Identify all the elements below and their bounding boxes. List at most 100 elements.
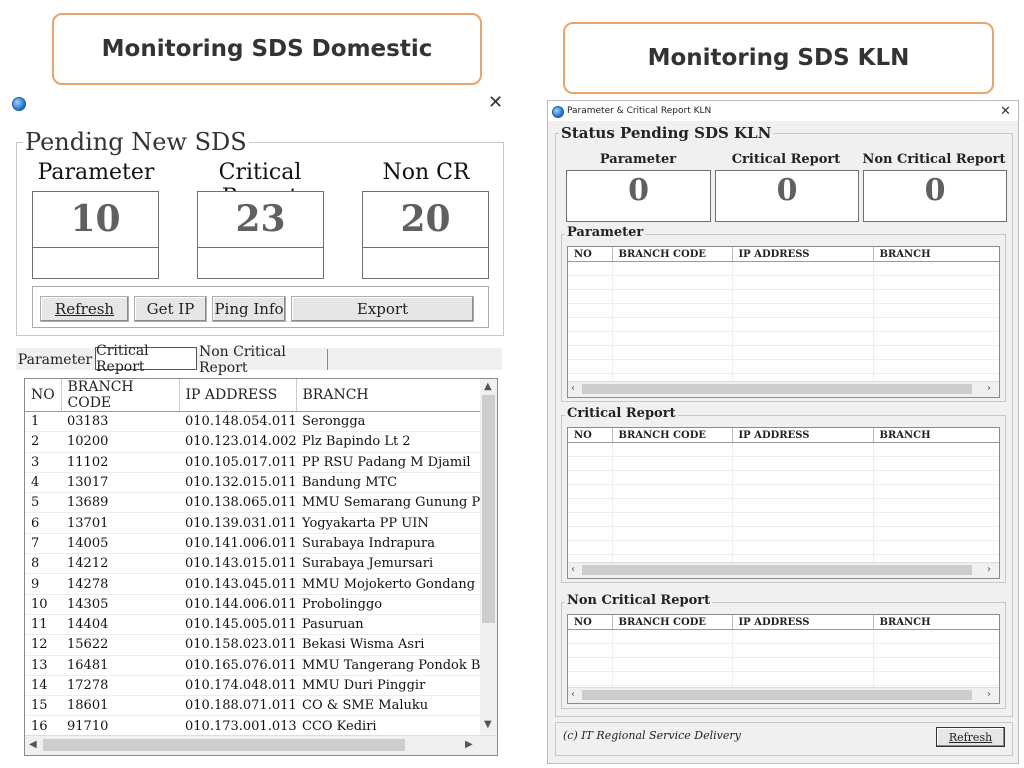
scroll-right-icon[interactable]: ▶ xyxy=(465,739,473,750)
table-row[interactable]: 2 10200 010.123.014.002 Plz Bapindo Lt 2 xyxy=(25,431,480,453)
table-row[interactable]: 1 03183 010.148.054.011 Serongga xyxy=(25,411,480,433)
table-row xyxy=(568,303,999,318)
scroll-up-icon[interactable]: ▲ xyxy=(484,381,492,392)
cell-branch: Surabaya Indrapura xyxy=(296,533,480,555)
table-row xyxy=(568,643,999,658)
horizontal-scroll-thumb[interactable] xyxy=(582,384,972,394)
empty-cell xyxy=(612,671,733,686)
empty-cell xyxy=(873,484,999,499)
tab-parameter[interactable]: Parameter xyxy=(18,350,92,370)
empty-cell xyxy=(612,657,733,672)
empty-cell xyxy=(732,289,874,304)
cell-no: 2 xyxy=(25,431,61,453)
column-header-ip-address[interactable]: IP ADDRESS xyxy=(732,428,874,443)
cell-ip-address: 010.173.001.013 xyxy=(179,715,296,737)
column-header-no[interactable]: NO xyxy=(568,247,613,262)
table-row[interactable]: 15 18601 010.188.071.011 CO & SME Maluku xyxy=(25,695,480,717)
horizontal-scrollbar[interactable]: ‹ › xyxy=(568,687,999,703)
empty-cell xyxy=(873,261,999,276)
export-button[interactable]: Export xyxy=(291,296,474,322)
scroll-right-icon[interactable]: › xyxy=(987,689,991,700)
column-header-ip-address[interactable]: IP ADDRESS xyxy=(732,615,874,630)
column-header-branch[interactable]: BRANCH xyxy=(873,428,999,443)
table-row[interactable]: 3 11102 010.105.017.011 PP RSU Padang M Dja… xyxy=(25,452,480,473)
column-header-no[interactable]: NO xyxy=(568,615,613,630)
column-header-ip-address[interactable]: IP ADDRESS xyxy=(732,247,874,262)
column-header-branch-code[interactable]: BRANCH CODE xyxy=(612,428,733,443)
column-header-branch[interactable]: BRANCH xyxy=(873,247,999,262)
table-row[interactable]: 5 13689 010.138.065.011 MMU Semarang Gunung… xyxy=(25,492,480,514)
kln-parameter-section-title: Parameter xyxy=(565,225,646,240)
ping-info-button[interactable]: Ping Info xyxy=(212,296,286,322)
table-row[interactable]: 13 16481 010.165.076.011 MMU Tangerang Pond… xyxy=(25,655,480,676)
kln-parameter-grid[interactable]: NO BRANCH CODE IP ADDRESS BRANCH ‹ › xyxy=(567,246,1000,398)
cell-ip-address: 010.148.054.011 xyxy=(179,411,296,433)
horizontal-scroll-thumb[interactable] xyxy=(582,565,972,575)
refresh-button[interactable]: Refresh xyxy=(40,296,129,322)
vertical-scroll-thumb[interactable] xyxy=(482,395,495,623)
empty-cell xyxy=(568,275,613,290)
scroll-left-icon[interactable]: ‹ xyxy=(571,689,575,700)
table-row xyxy=(568,331,999,346)
cell-no: 8 xyxy=(25,553,61,575)
column-header-no[interactable]: NO xyxy=(568,428,613,443)
table-row xyxy=(568,261,999,276)
close-icon[interactable]: ✕ xyxy=(1000,104,1011,119)
column-header-branch[interactable]: BRANCH xyxy=(296,379,481,412)
critical-report-grid[interactable]: NO BRANCH CODE IP ADDRESS BRANCH 1 03183 0… xyxy=(24,378,498,756)
tab-non-critical-report[interactable]: Non Critical Report xyxy=(199,344,328,376)
empty-cell xyxy=(873,442,999,457)
column-header-branch-code[interactable]: BRANCH CODE xyxy=(612,615,733,630)
kln-critical-grid[interactable]: NO BRANCH CODE IP ADDRESS BRANCH ‹ › xyxy=(567,427,1000,579)
table-row xyxy=(568,512,999,527)
empty-cell xyxy=(568,289,613,304)
scroll-right-icon[interactable]: › xyxy=(987,564,991,575)
horizontal-scroll-thumb[interactable] xyxy=(582,690,972,700)
empty-cell xyxy=(568,643,613,658)
table-row[interactable]: 4 13017 010.132.015.011 Bandung MTC xyxy=(25,472,480,494)
kln-window-title: Parameter & Critical Report KLN xyxy=(567,106,712,116)
empty-cell xyxy=(732,484,874,499)
scroll-right-icon[interactable]: › xyxy=(987,383,991,394)
horizontal-scrollbar[interactable]: ‹ › xyxy=(568,381,999,397)
empty-cell xyxy=(873,275,999,290)
cell-branch-code: 11102 xyxy=(61,452,179,473)
table-row[interactable]: 12 15622 010.158.023.011 Bekasi Wisma Asri xyxy=(25,634,480,656)
close-icon[interactable]: ✕ xyxy=(488,92,503,113)
empty-cell xyxy=(732,671,874,686)
kln-noncritical-grid[interactable]: NO BRANCH CODE IP ADDRESS BRANCH ‹ › xyxy=(567,614,1000,704)
cell-ip-address: 010.105.017.011 xyxy=(179,452,296,473)
table-row xyxy=(568,456,999,471)
scroll-left-icon[interactable]: ‹ xyxy=(571,383,575,394)
table-row[interactable]: 6 13701 010.139.031.011 Yogyakarta PP UIN xyxy=(25,512,480,534)
table-row[interactable]: 7 14005 010.141.006.011 Surabaya Indrapura xyxy=(25,533,480,555)
horizontal-scrollbar[interactable]: ‹ › xyxy=(568,562,999,578)
vertical-scrollbar[interactable]: ▲ ▼ xyxy=(480,379,497,735)
kln-counter-parameter: 0 xyxy=(566,170,711,222)
column-header-branch-code[interactable]: BRANCH CODE xyxy=(612,247,733,262)
horizontal-scroll-thumb[interactable] xyxy=(43,739,405,751)
scroll-left-icon[interactable]: ◀ xyxy=(29,739,37,750)
table-row[interactable]: 11 14404 010.145.005.011 Pasuruan xyxy=(25,614,480,636)
horizontal-scrollbar[interactable]: ◀ ▶ xyxy=(25,735,497,755)
column-header-ip-address[interactable]: IP ADDRESS xyxy=(179,379,297,412)
get-ip-button[interactable]: Get IP xyxy=(134,296,207,322)
tab-critical-report[interactable]: Critical Report xyxy=(95,343,197,375)
table-row[interactable]: 14 17278 010.174.048.011 MMU Duri Pinggir xyxy=(25,675,480,697)
column-header-no[interactable]: NO xyxy=(25,379,62,412)
empty-cell xyxy=(873,303,999,318)
empty-cell xyxy=(612,331,733,346)
empty-cell xyxy=(873,512,999,527)
empty-cell xyxy=(612,526,733,541)
empty-cell xyxy=(612,456,733,471)
column-header-branch-code[interactable]: BRANCH CODE xyxy=(61,379,180,412)
cell-branch: Bandung MTC xyxy=(296,472,480,494)
kln-refresh-button[interactable]: Refresh xyxy=(936,727,1005,747)
table-row[interactable]: 9 14278 010.143.045.011 MMU Mojokerto Gonda… xyxy=(25,573,480,595)
scroll-left-icon[interactable]: ‹ xyxy=(571,564,575,575)
scroll-down-icon[interactable]: ▼ xyxy=(484,719,492,730)
table-row[interactable]: 16 91710 010.173.001.013 CCO Kediri xyxy=(25,715,480,737)
column-header-branch[interactable]: BRANCH xyxy=(873,615,999,630)
table-row[interactable]: 8 14212 010.143.015.011 Surabaya Jemursari xyxy=(25,553,480,575)
table-row[interactable]: 10 14305 010.144.006.011 Probolinggo xyxy=(25,594,480,615)
